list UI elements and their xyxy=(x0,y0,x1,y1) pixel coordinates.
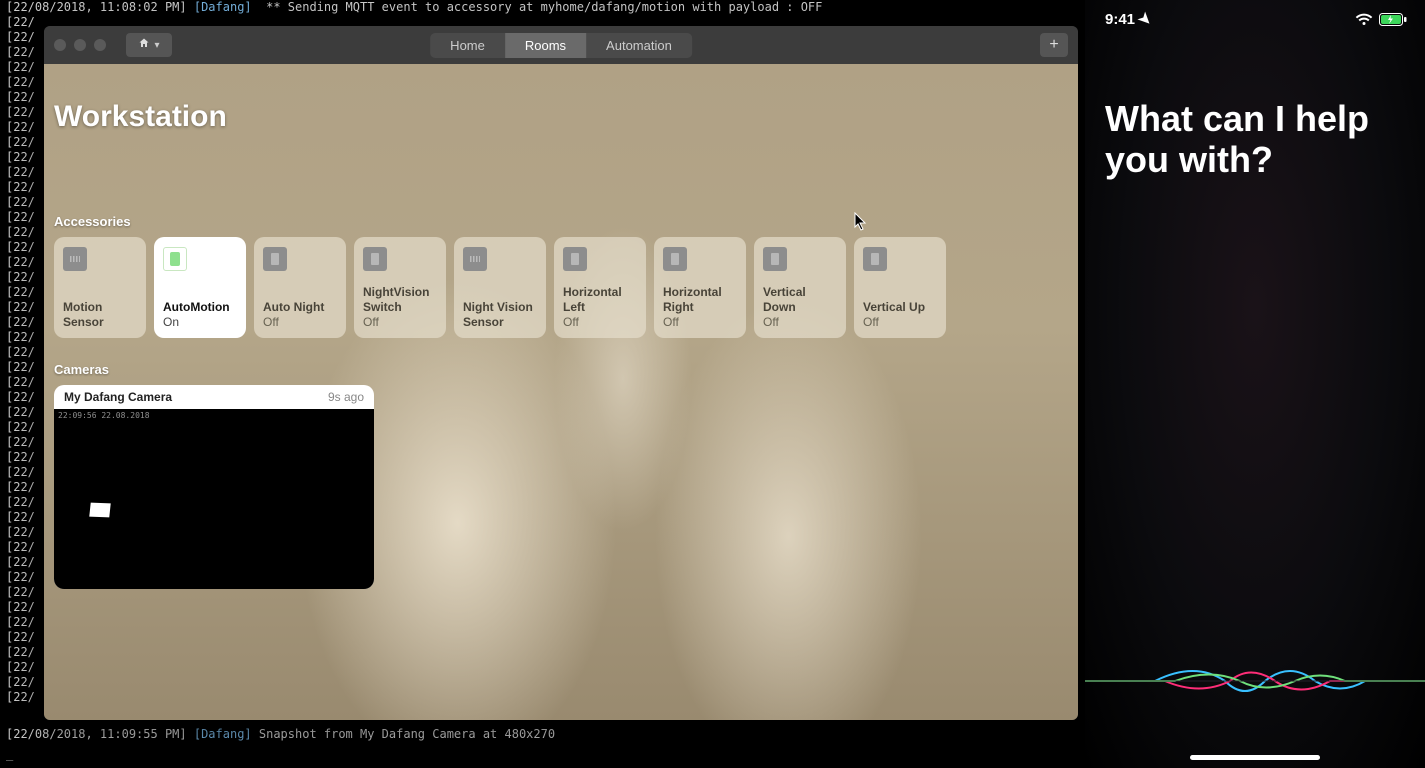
accessory-state: Off xyxy=(363,315,437,329)
traffic-zoom-icon[interactable] xyxy=(94,39,106,51)
accessory-state: Off xyxy=(863,315,937,329)
accessory-row: Motion SensorAutoMotionOnAuto NightOffNi… xyxy=(54,237,1068,338)
tab-home[interactable]: Home xyxy=(430,33,505,58)
room-title: Workstation xyxy=(54,100,1068,134)
accessory-name: NightVision Switch xyxy=(363,285,437,314)
window-controls[interactable] xyxy=(54,39,106,51)
terminal-bottom-msg: Snapshot from My Dafang Camera at 480x27… xyxy=(252,727,555,741)
accessory-tile[interactable]: AutoMotionOn xyxy=(154,237,246,338)
home-indicator[interactable] xyxy=(1190,755,1320,760)
tab-segmented-control[interactable]: Home Rooms Automation xyxy=(430,33,692,58)
titlebar: ▾ Home Rooms Automation + xyxy=(44,26,1078,64)
terminal-caret: _ xyxy=(6,746,13,762)
accessory-state: Off xyxy=(663,315,737,329)
accessory-tile[interactable]: Auto NightOff xyxy=(254,237,346,338)
accessory-icon xyxy=(163,247,187,271)
accessory-name: Horizontal Right xyxy=(663,285,737,314)
tab-automation[interactable]: Automation xyxy=(586,33,692,58)
camera-motion-blob xyxy=(89,503,110,518)
accessory-tile[interactable]: Night Vision Sensor xyxy=(454,237,546,338)
accessory-state: Off xyxy=(763,315,837,329)
camera-timestamp: 22:09:56 22.08.2018 xyxy=(58,411,150,420)
accessory-tile[interactable]: NightVision SwitchOff xyxy=(354,237,446,338)
terminal-bottom-tag: [Dafang] xyxy=(194,727,252,741)
room-body: Workstation Accessories Motion Sensor Aut… xyxy=(44,64,1078,720)
accessory-icon xyxy=(863,247,887,271)
camera-ago: 9s ago xyxy=(328,390,364,404)
camera-name: My Dafang Camera xyxy=(64,390,172,404)
accessory-icon xyxy=(763,247,787,271)
accessory-tile[interactable]: Horizontal RightOff xyxy=(654,237,746,338)
accessory-name: Night Vision Sensor xyxy=(463,300,537,329)
wifi-icon xyxy=(1355,13,1373,26)
accessory-tile[interactable]: Horizontal LeftOff xyxy=(554,237,646,338)
home-selector[interactable]: ▾ xyxy=(126,33,172,57)
terminal-bottom-ts: [22/08/2018, 11:09:55 PM] xyxy=(6,727,194,741)
tab-rooms[interactable]: Rooms xyxy=(505,33,586,58)
home-app-window: ▾ Home Rooms Automation + Workstation Ac… xyxy=(44,26,1078,720)
accessory-tile[interactable]: Motion Sensor xyxy=(54,237,146,338)
section-accessories-title: Accessories xyxy=(54,214,1068,229)
accessory-icon xyxy=(263,247,287,271)
section-cameras-title: Cameras xyxy=(54,362,1068,377)
location-icon: ➤ xyxy=(1135,8,1157,30)
accessory-name: Vertical Down xyxy=(763,285,837,314)
accessory-icon xyxy=(63,247,87,271)
accessory-name: Motion Sensor xyxy=(63,300,137,329)
accessory-name: AutoMotion xyxy=(163,300,237,314)
accessory-name: Vertical Up xyxy=(863,300,937,314)
camera-header: My Dafang Camera 9s ago xyxy=(54,385,374,409)
house-icon xyxy=(138,36,150,54)
camera-preview[interactable]: 22:09:56 22.08.2018 xyxy=(54,409,374,589)
accessory-icon xyxy=(563,247,587,271)
accessory-name: Auto Night xyxy=(263,300,337,314)
terminal-bottom-line: [22/08/2018, 11:09:55 PM] [Dafang] Snaps… xyxy=(6,726,555,762)
camera-tile[interactable]: My Dafang Camera 9s ago 22:09:56 22.08.2… xyxy=(54,385,374,589)
accessory-tile[interactable]: Vertical UpOff xyxy=(854,237,946,338)
traffic-close-icon[interactable] xyxy=(54,39,66,51)
battery-charging-icon xyxy=(1379,13,1407,26)
add-button[interactable]: + xyxy=(1040,33,1068,57)
accessory-tile[interactable]: Vertical DownOff xyxy=(754,237,846,338)
iphone-siri-panel: 9:41 ➤ What can I help you with? xyxy=(1085,0,1425,768)
status-time: 9:41 xyxy=(1105,11,1135,28)
accessory-name: Horizontal Left xyxy=(563,285,637,314)
accessory-state: Off xyxy=(563,315,637,329)
accessory-state: Off xyxy=(263,315,337,329)
siri-waveform-icon xyxy=(1085,656,1425,706)
accessory-state: On xyxy=(163,315,237,329)
traffic-minimize-icon[interactable] xyxy=(74,39,86,51)
accessory-icon xyxy=(463,247,487,271)
chevron-down-icon: ▾ xyxy=(154,40,159,51)
accessory-icon xyxy=(363,247,387,271)
accessory-icon xyxy=(663,247,687,271)
status-bar: 9:41 ➤ xyxy=(1085,0,1425,28)
siri-prompt-text: What can I help you with? xyxy=(1105,98,1405,181)
